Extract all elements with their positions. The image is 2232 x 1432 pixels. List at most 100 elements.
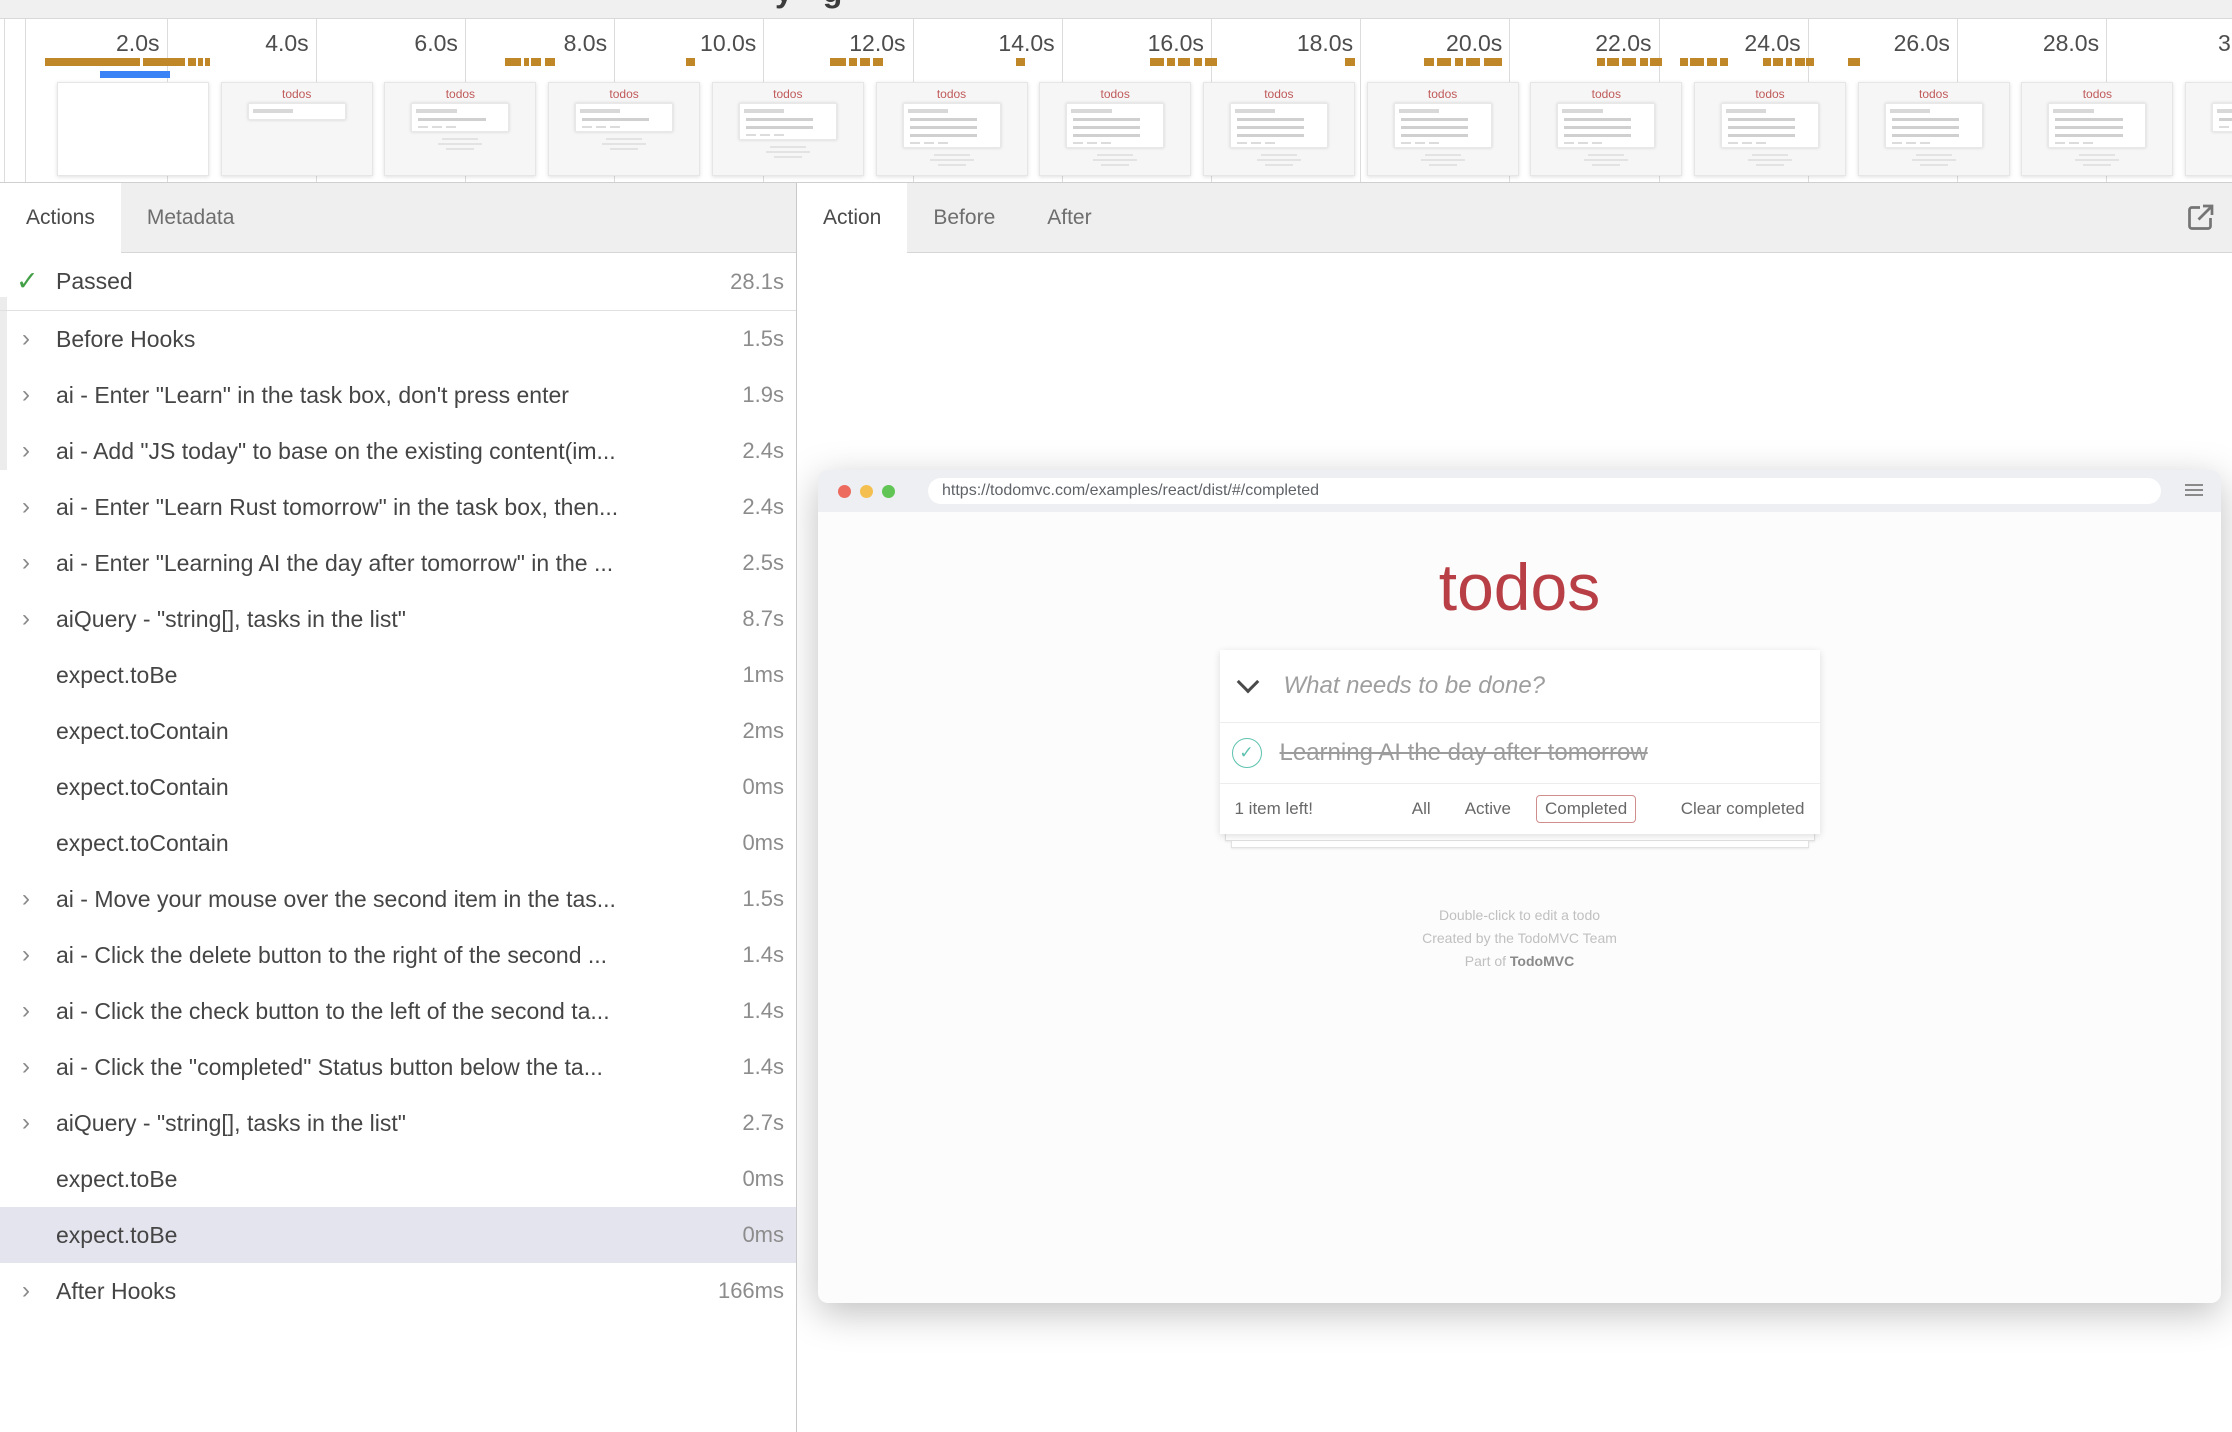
new-todo-input[interactable]: What needs to be done?: [1284, 672, 1546, 700]
timeline-tick-label: 10.0s: [646, 30, 756, 57]
action-row[interactable]: › ai - Click the "completed" Status butto…: [0, 1039, 796, 1095]
filter-active[interactable]: Active: [1456, 795, 1520, 823]
action-duration: 1ms: [742, 662, 784, 688]
action-row[interactable]: expect.toContain0ms: [0, 815, 796, 871]
action-row[interactable]: ›ai - Add "JS today" to base on the exis…: [0, 423, 796, 479]
chevron-right-icon[interactable]: ›: [22, 983, 46, 1039]
filmstrip-thumbnail[interactable]: todos: [384, 82, 536, 176]
action-row[interactable]: ›ai - Enter "Learning AI the day after t…: [0, 535, 796, 591]
filter-completed[interactable]: Completed: [1536, 795, 1636, 823]
action-duration: 2.5s: [742, 550, 784, 576]
chevron-right-icon[interactable]: ›: [22, 1095, 46, 1151]
action-row[interactable]: ›ai - Enter "Learn" in the task box, don…: [0, 367, 796, 423]
tab-before[interactable]: Before: [907, 183, 1021, 252]
timeline-action-bar: [188, 58, 196, 66]
mini-input: [1562, 109, 1602, 113]
action-label: ai - Click the "completed" Status button…: [56, 1054, 742, 1081]
action-row[interactable]: expect.toContain2ms: [0, 703, 796, 759]
timeline-action-bar: [1016, 58, 1025, 66]
action-label: expect.toBe: [56, 662, 742, 689]
open-external-icon[interactable]: [2182, 200, 2218, 236]
todos-title: todos: [818, 512, 2221, 620]
chevron-right-icon[interactable]: ›: [22, 367, 46, 423]
test-status-row[interactable]: ✓Passed28.1s: [0, 253, 796, 311]
action-label: expect.toContain: [56, 774, 742, 801]
tab-action[interactable]: Action: [797, 183, 907, 253]
chevron-right-icon[interactable]: ›: [22, 871, 46, 927]
timeline-tick-label: 20.0s: [1392, 30, 1502, 57]
action-duration: 8.7s: [742, 606, 784, 632]
action-row[interactable]: ›After Hooks166ms: [0, 1263, 796, 1319]
action-row[interactable]: ›Before Hooks1.5s: [0, 311, 796, 367]
browser-chrome: https://todomvc.com/examples/react/dist/…: [818, 470, 2221, 512]
filmstrip-thumbnail[interactable]: todos: [1858, 82, 2010, 176]
chevron-right-icon[interactable]: ›: [22, 927, 46, 983]
mini-info-lines: [1695, 154, 1845, 166]
timeline-action-bar: [1640, 58, 1648, 66]
action-duration: 166ms: [718, 1278, 784, 1304]
chevron-right-icon[interactable]: ›: [22, 1039, 46, 1095]
action-duration: 1.5s: [742, 886, 784, 912]
tab-metadata[interactable]: Metadata: [121, 183, 261, 252]
chevron-right-icon[interactable]: ›: [22, 591, 46, 647]
filmstrip-thumbnail[interactable]: todos: [2021, 82, 2173, 176]
card-stack-layer: [1225, 834, 1815, 841]
mini-input: [416, 109, 456, 113]
filmstrip-thumbnail[interactable]: todos: [2185, 82, 2232, 176]
filmstrip-thumbnail[interactable]: todos: [876, 82, 1028, 176]
traffic-light-close-icon: [838, 485, 851, 498]
tab-after[interactable]: After: [1021, 183, 1117, 252]
mini-info-lines: [1531, 154, 1681, 166]
filmstrip-thumbnail[interactable]: todos: [1530, 82, 1682, 176]
mini-input: [580, 109, 620, 113]
tab-actions[interactable]: Actions: [0, 183, 121, 253]
menu-icon[interactable]: [2185, 484, 2203, 499]
filmstrip-thumbnail[interactable]: todos: [548, 82, 700, 176]
action-row[interactable]: ›aiQuery - "string[], tasks in the list"…: [0, 591, 796, 647]
filmstrip-thumbnail[interactable]: todos: [1203, 82, 1355, 176]
action-duration: 1.4s: [742, 998, 784, 1024]
filmstrip-thumbnail[interactable]: [57, 82, 209, 176]
action-row[interactable]: ›ai - Click the check button to the left…: [0, 983, 796, 1039]
mini-info-lines: [2022, 154, 2172, 166]
action-row[interactable]: ›ai - Move your mouse over the second it…: [0, 871, 796, 927]
action-row[interactable]: expect.toBe0ms: [0, 1151, 796, 1207]
filmstrip-thumbnail[interactable]: todos: [1367, 82, 1519, 176]
todo-footer: 1 item left! AllActiveCompleted Clear co…: [1220, 784, 1820, 834]
action-row[interactable]: ›ai - Enter "Learn Rust tomorrow" in the…: [0, 479, 796, 535]
action-label: expect.toBe: [56, 1222, 742, 1249]
todo-checkbox-checked-icon[interactable]: ✓: [1232, 738, 1262, 768]
mini-todo-line: [1401, 126, 1468, 129]
toggle-all-chevron-down-icon[interactable]: [1236, 671, 1259, 694]
timeline-action-bar: [1607, 58, 1619, 66]
chevron-right-icon[interactable]: ›: [22, 423, 46, 479]
url-bar[interactable]: https://todomvc.com/examples/react/dist/…: [928, 478, 2161, 504]
filter-all[interactable]: All: [1403, 795, 1440, 823]
timeline-ruler[interactable]: 2.0s4.0s6.0s8.0s10.0s12.0s14.0s16.0s18.0…: [0, 19, 2232, 183]
timeline-tick-label: 3: [2218, 30, 2232, 57]
filmstrip-thumbnail[interactable]: todos: [1694, 82, 1846, 176]
mini-todo-line: [1892, 126, 1959, 129]
action-row[interactable]: ›aiQuery - "string[], tasks in the list"…: [0, 1095, 796, 1151]
chevron-right-icon[interactable]: ›: [22, 1263, 46, 1319]
action-row[interactable]: expect.toBe0ms: [0, 1207, 796, 1263]
mini-input: [1235, 109, 1275, 113]
action-row[interactable]: ›ai - Click the delete button to the rig…: [0, 927, 796, 983]
mini-todo-line: [2055, 134, 2122, 137]
chevron-right-icon[interactable]: ›: [22, 535, 46, 591]
filmstrip-thumbnail[interactable]: todos: [712, 82, 864, 176]
mini-todo-line: [910, 134, 977, 137]
clear-completed-button[interactable]: Clear completed: [1681, 799, 1805, 819]
chevron-right-icon[interactable]: ›: [22, 479, 46, 535]
action-row[interactable]: expect.toContain0ms: [0, 759, 796, 815]
mini-todo-line: [1073, 134, 1140, 137]
thumbnail-todos-title: todos: [1695, 88, 1845, 101]
thumbnail-mini-card: [1394, 103, 1492, 148]
action-row[interactable]: expect.toBe1ms: [0, 647, 796, 703]
timeline-action-bar: [531, 58, 541, 66]
filmstrip-thumbnail[interactable]: todos: [221, 82, 373, 176]
mini-todo-line: [2219, 118, 2232, 121]
filmstrip-thumbnail[interactable]: todos: [1039, 82, 1191, 176]
chevron-right-icon[interactable]: ›: [22, 311, 46, 367]
right-tabbar: ActionBeforeAfter: [797, 183, 2232, 253]
